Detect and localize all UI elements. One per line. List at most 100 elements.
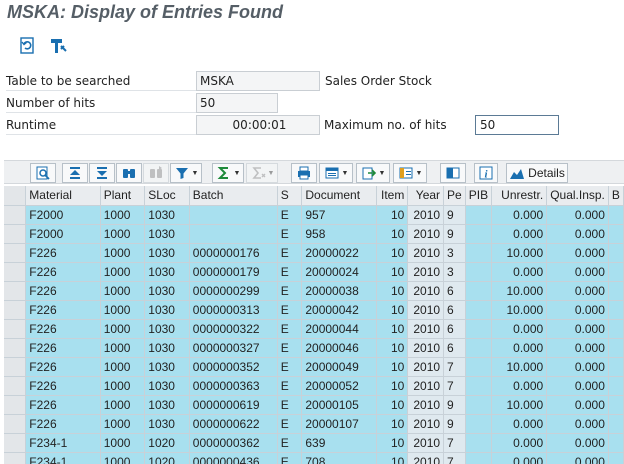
row-selector[interactable] xyxy=(4,205,27,225)
table-cell: 1000 xyxy=(100,433,146,453)
table-cell: F226 xyxy=(25,319,101,339)
table-cell: 2010 xyxy=(407,281,445,301)
table-row[interactable]: F234-1 1000 1020 0000000362 E 639 10 2010 7 0.000… xyxy=(4,433,624,453)
table-cell: 20000042 xyxy=(301,300,377,320)
table-cell xyxy=(608,376,624,396)
row-selector[interactable] xyxy=(4,395,27,415)
views-button[interactable]: ▼ xyxy=(319,163,353,183)
sum-button[interactable]: ▼ xyxy=(212,163,244,183)
column-header[interactable]: Unrestr. xyxy=(491,186,548,206)
table-cell xyxy=(465,452,493,464)
table-cell: 0000000176 xyxy=(189,243,278,263)
table-cell xyxy=(465,395,493,415)
table-cell: 3 xyxy=(443,243,466,263)
table-row[interactable]: F2000 1000 1030 E 957 10 2010 9 0.000 0.000 xyxy=(4,205,624,225)
export-button[interactable]: ▼ xyxy=(356,163,390,183)
table-cell xyxy=(608,414,624,434)
detail-icon xyxy=(36,166,50,180)
row-selector[interactable] xyxy=(4,243,27,263)
grid-toolbar: ▼ ▼ ▼ ▼ ▼ ▼ i Details xyxy=(4,160,624,184)
row-selector[interactable] xyxy=(4,376,27,396)
row-selector[interactable] xyxy=(4,452,27,464)
filter-button[interactable]: ▼ xyxy=(170,163,202,183)
table-cell: 9 xyxy=(443,224,466,244)
column-header[interactable]: B xyxy=(608,186,624,206)
print-button[interactable] xyxy=(291,163,317,183)
table-row[interactable]: F226 1000 1030 0000000176 E 20000022 10 2010 3 10… xyxy=(4,243,624,263)
row-selector[interactable] xyxy=(4,224,27,244)
row-selector[interactable] xyxy=(4,262,27,282)
table-cell: 0.000 xyxy=(546,395,609,415)
table-cell: 1000 xyxy=(100,205,146,225)
column-header[interactable]: Plant xyxy=(100,186,146,206)
row-selector[interactable] xyxy=(4,433,27,453)
table-cell: 0000000179 xyxy=(189,262,278,282)
table-cell: E xyxy=(277,281,303,301)
refresh-button[interactable] xyxy=(14,33,40,59)
table-cell: 0000000299 xyxy=(189,281,278,301)
column-header[interactable]: Batch xyxy=(189,186,278,206)
column-header[interactable]: Item xyxy=(376,186,409,206)
info-button[interactable]: i xyxy=(474,163,498,183)
columns-button[interactable] xyxy=(440,163,466,183)
table-cell: E xyxy=(277,376,303,396)
tools-button[interactable] xyxy=(46,33,72,59)
find-button[interactable] xyxy=(116,163,142,183)
table-cell: 1030 xyxy=(144,281,190,301)
row-selector[interactable] xyxy=(4,281,27,301)
row-selector[interactable] xyxy=(4,300,27,320)
column-header[interactable]: Document xyxy=(301,186,377,206)
table-cell: 10 xyxy=(376,281,409,301)
row-selector[interactable] xyxy=(4,338,27,358)
find-next-button[interactable] xyxy=(143,163,169,183)
table-row[interactable]: F2000 1000 1030 E 958 10 2010 9 0.000 0.000 xyxy=(4,224,624,244)
table-cell: 1030 xyxy=(144,414,190,434)
table-row[interactable]: F226 1000 1030 0000000322 E 20000044 10 2010 6 0.… xyxy=(4,319,624,339)
table-row[interactable]: F226 1000 1030 0000000363 E 20000052 10 2010 7 0.… xyxy=(4,376,624,396)
table-cell: 20000024 xyxy=(301,262,377,282)
table-row[interactable]: F226 1000 1030 0000000313 E 20000042 10 2010 6 10… xyxy=(4,300,624,320)
table-cell: 0.000 xyxy=(491,319,548,339)
column-header[interactable]: Material xyxy=(25,186,101,206)
table-cell: 0.000 xyxy=(491,262,548,282)
column-header[interactable]: S xyxy=(277,186,303,206)
table-cell xyxy=(608,338,624,358)
subtotal-button[interactable]: ▼ xyxy=(246,163,278,183)
layout-button[interactable]: ▼ xyxy=(393,163,427,183)
table-row[interactable]: F234-1 1000 1020 0000000436 E 708 10 2010 7 0.000… xyxy=(4,452,624,464)
column-header[interactable]: Qual.Insp. xyxy=(546,186,609,206)
table-cell: 1000 xyxy=(100,281,146,301)
table-row[interactable]: F226 1000 1030 0000000299 E 20000038 10 2010 6 10… xyxy=(4,281,624,301)
table-row[interactable]: F226 1000 1030 0000000619 E 20000105 10 2010 9 10… xyxy=(4,395,624,415)
title-bar: MSKA: Display of Entries Found xyxy=(0,0,624,28)
table-row[interactable]: F226 1000 1030 0000000352 E 20000049 10 2010 7 10… xyxy=(4,357,624,377)
table-cell: 958 xyxy=(301,224,377,244)
column-header[interactable]: SLoc xyxy=(144,186,190,206)
table-cell xyxy=(465,300,493,320)
table-cell: F2000 xyxy=(25,224,101,244)
column-header[interactable]: PIB xyxy=(465,186,493,206)
details-button[interactable]: Details xyxy=(506,163,568,183)
select-all-cell[interactable] xyxy=(4,186,27,206)
sort-ascending-button[interactable] xyxy=(62,163,88,183)
table-row[interactable]: F226 1000 1030 0000000327 E 20000046 10 2010 6 0.… xyxy=(4,338,624,358)
table-cell: 0.000 xyxy=(491,224,548,244)
table-cell xyxy=(608,205,624,225)
table-row[interactable]: F226 1000 1030 0000000622 E 20000107 10 2010 9 0.… xyxy=(4,414,624,434)
column-header[interactable]: Year xyxy=(407,186,445,206)
table-cell: F226 xyxy=(25,262,101,282)
column-header[interactable]: Pe xyxy=(443,186,466,206)
row-selector[interactable] xyxy=(4,414,27,434)
table-row[interactable]: F226 1000 1030 0000000179 E 20000024 10 2010 3 0.… xyxy=(4,262,624,282)
row-selector[interactable] xyxy=(4,319,27,339)
max-hits-input[interactable]: 50 xyxy=(475,115,559,135)
chevron-down-icon: ▼ xyxy=(415,169,423,177)
row-selector[interactable] xyxy=(4,357,27,377)
chart-icon xyxy=(510,169,525,179)
table-cell: 1030 xyxy=(144,376,190,396)
detail-button[interactable] xyxy=(30,163,56,183)
hits-label: Number of hits xyxy=(6,93,196,113)
sort-descending-button[interactable] xyxy=(89,163,115,183)
find-icon xyxy=(123,169,135,178)
table-cell: E xyxy=(277,243,303,263)
